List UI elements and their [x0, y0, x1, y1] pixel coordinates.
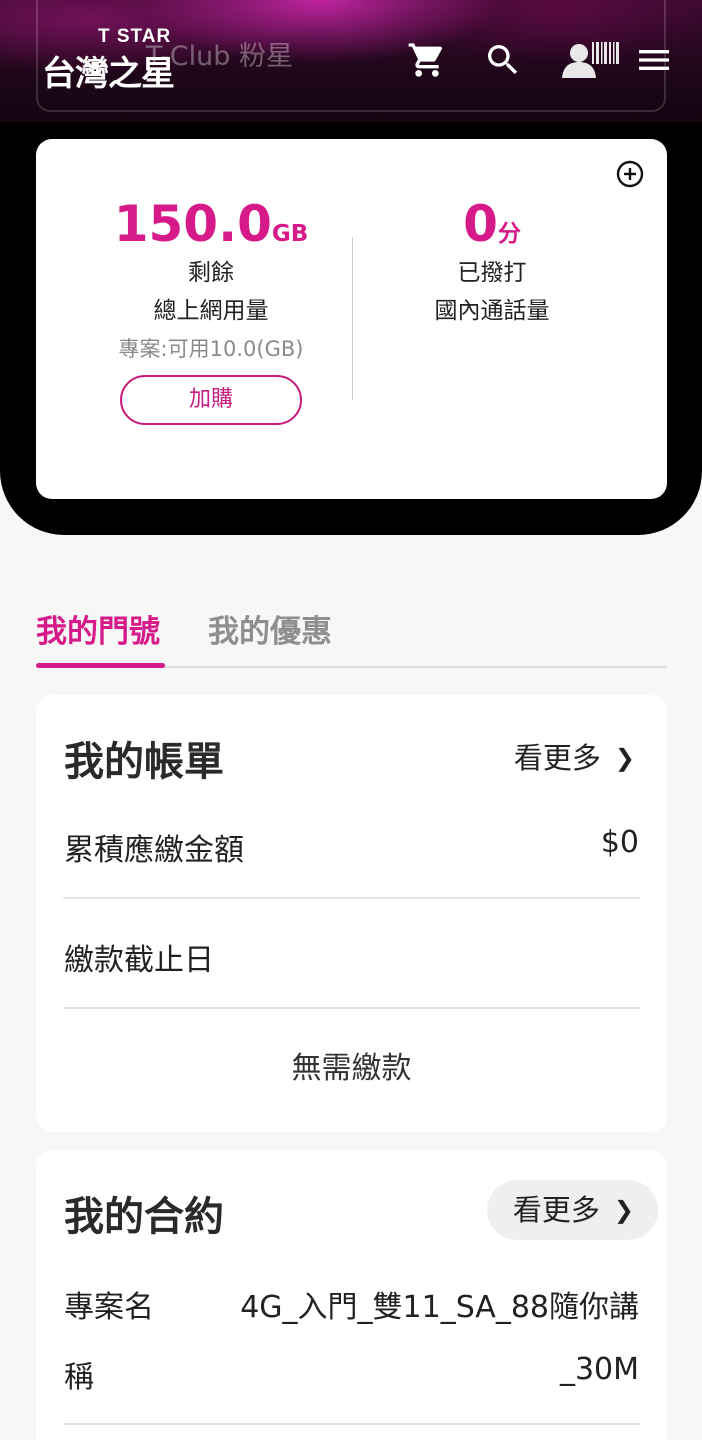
tab-my-number[interactable]: 我的門號 [36, 606, 160, 651]
plan-name-label-line1: 專案名 [64, 1290, 154, 1325]
data-total-label: 總上網用量 [153, 298, 269, 324]
bill-card: 我的帳單 看更多 ❯ 累積應繳金額 $0 繳款截止日 無需繳款 [36, 695, 667, 1132]
plan-name-label-line2: 稱 [64, 1360, 94, 1395]
contract-see-more-label: 看更多 [512, 1193, 600, 1227]
plus-circle-icon[interactable] [615, 159, 645, 189]
call-minutes-number: 0 [463, 195, 498, 253]
tab-my-offers[interactable]: 我的優惠 [208, 606, 332, 651]
contract-divider [63, 1423, 640, 1425]
header-banner: T-Club 粉星 T STAR 台灣之星 [0, 0, 702, 122]
payment-status-text: 無需繳款 [291, 1051, 412, 1086]
bill-see-more-button[interactable]: 看更多 ❯ [514, 735, 635, 777]
member-barcode-icon[interactable] [560, 40, 622, 80]
cart-icon[interactable] [407, 40, 447, 80]
logo-text-zh: 台灣之星 [42, 54, 175, 94]
logo-text-en: T STAR [98, 26, 172, 47]
hero-header: T-Club 粉星 T STAR 台灣之星 150.0GB 剩餘 總上網用量 專… [0, 0, 702, 535]
active-tab-indicator [36, 663, 165, 668]
bill-divider [63, 1007, 640, 1009]
data-remaining-value: 150.0GB [71, 199, 351, 249]
data-usage-section: 150.0GB 剩餘 總上網用量 專案:可用10.0(GB) 加購 [71, 199, 351, 425]
call-minutes-value: 0分 [352, 199, 632, 249]
data-remaining-unit: GB [271, 221, 309, 247]
bill-title: 我的帳單 [64, 739, 224, 785]
due-date-label: 繳款截止日 [64, 943, 214, 978]
call-domestic-label: 國內通話量 [434, 298, 550, 324]
chevron-right-icon: ❯ [614, 744, 635, 772]
menu-icon[interactable] [634, 40, 674, 80]
data-remaining-number: 150.0 [113, 195, 272, 253]
bill-amount-label: 累積應繳金額 [64, 833, 244, 868]
search-icon[interactable] [483, 40, 523, 80]
bill-divider [63, 897, 640, 899]
contract-card: 我的合約 看更多 ❯ 專案名 稱 4G_入門_雙11_SA_88隨你講 _30M [36, 1150, 667, 1440]
bill-see-more-label: 看更多 [513, 741, 601, 775]
usage-card: 150.0GB 剩餘 總上網用量 專案:可用10.0(GB) 加購 0分 已撥打… [36, 139, 667, 499]
call-minutes-unit: 分 [497, 221, 521, 247]
plan-name-value-line1: 4G_入門_雙11_SA_88隨你講 [240, 1290, 639, 1325]
data-plan-allowance: 專案:可用10.0(GB) [118, 337, 304, 361]
chevron-right-icon: ❯ [613, 1196, 634, 1224]
contract-see-more-button[interactable]: 看更多 ❯ [486, 1180, 658, 1240]
bill-amount-value: $0 [600, 825, 639, 860]
buy-more-button[interactable]: 加購 [120, 375, 302, 425]
contract-title: 我的合約 [64, 1194, 224, 1240]
call-usage-section: 0分 已撥打 國內通話量 [352, 199, 632, 325]
plan-name-value-line2: _30M [559, 1352, 639, 1387]
account-tabs: 我的門號 我的優惠 [36, 606, 667, 668]
data-remaining-label: 剩餘 [188, 260, 234, 286]
call-dialed-label: 已撥打 [457, 260, 527, 286]
